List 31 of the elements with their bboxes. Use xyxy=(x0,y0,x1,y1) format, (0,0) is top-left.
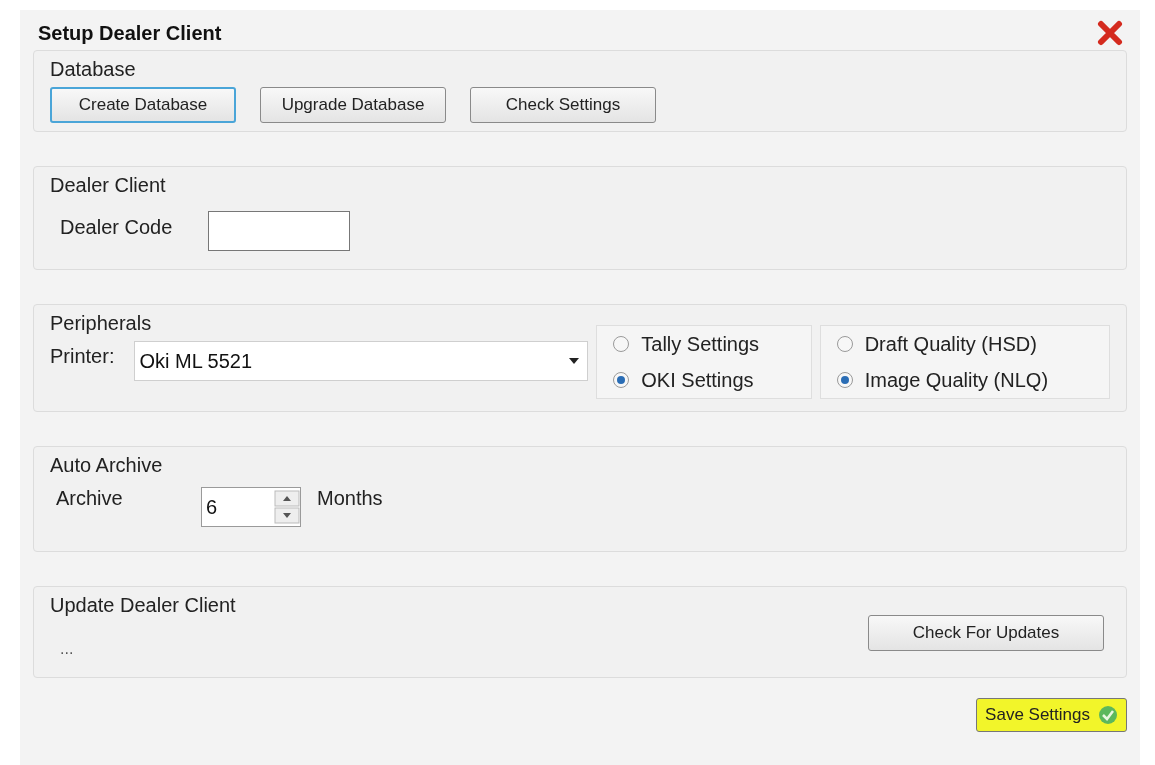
group-title: Dealer Client xyxy=(50,173,167,198)
radio-button[interactable] xyxy=(836,336,853,352)
radio-label: Tally Settings xyxy=(641,332,760,357)
group-title: Auto Archive xyxy=(50,453,164,478)
unit-label: Months xyxy=(317,486,383,511)
radio-button[interactable] xyxy=(836,372,853,388)
dealer-code-field[interactable] xyxy=(208,211,351,251)
field-label: Archive xyxy=(56,486,124,511)
dialog-title: Setup Dealer Client xyxy=(38,21,222,46)
field-label: Dealer Code xyxy=(60,215,173,240)
save-settings-button[interactable]: Save Settings xyxy=(976,698,1127,732)
action-button[interactable]: Create Database xyxy=(50,87,236,123)
group-title: Database xyxy=(50,57,137,82)
spinner-arrows-icon[interactable] xyxy=(274,490,300,524)
radio-label: Draft Quality (HSD) xyxy=(864,332,1037,357)
radio-button[interactable] xyxy=(613,372,630,388)
field-label: Printer: xyxy=(50,344,115,369)
close-icon[interactable] xyxy=(1097,20,1123,46)
update-status: ... xyxy=(60,639,74,659)
checkmark-icon xyxy=(1098,705,1118,725)
printer-dropdown[interactable]: Oki ML 5521 xyxy=(134,341,589,381)
radio-label: OKI Settings xyxy=(641,368,754,393)
action-button[interactable]: Check Settings xyxy=(470,87,656,123)
radio-button[interactable] xyxy=(613,336,630,352)
check-updates-button[interactable]: Check For Updates xyxy=(868,615,1104,651)
action-button[interactable]: Upgrade Database xyxy=(260,87,446,123)
months-spinbox[interactable]: 6 xyxy=(201,487,301,527)
group-title: Update Dealer Client xyxy=(50,593,237,618)
dropdown-arrow-icon xyxy=(569,358,580,364)
radio-label: Image Quality (NLQ) xyxy=(864,368,1049,393)
group-title: Peripherals xyxy=(50,311,153,336)
